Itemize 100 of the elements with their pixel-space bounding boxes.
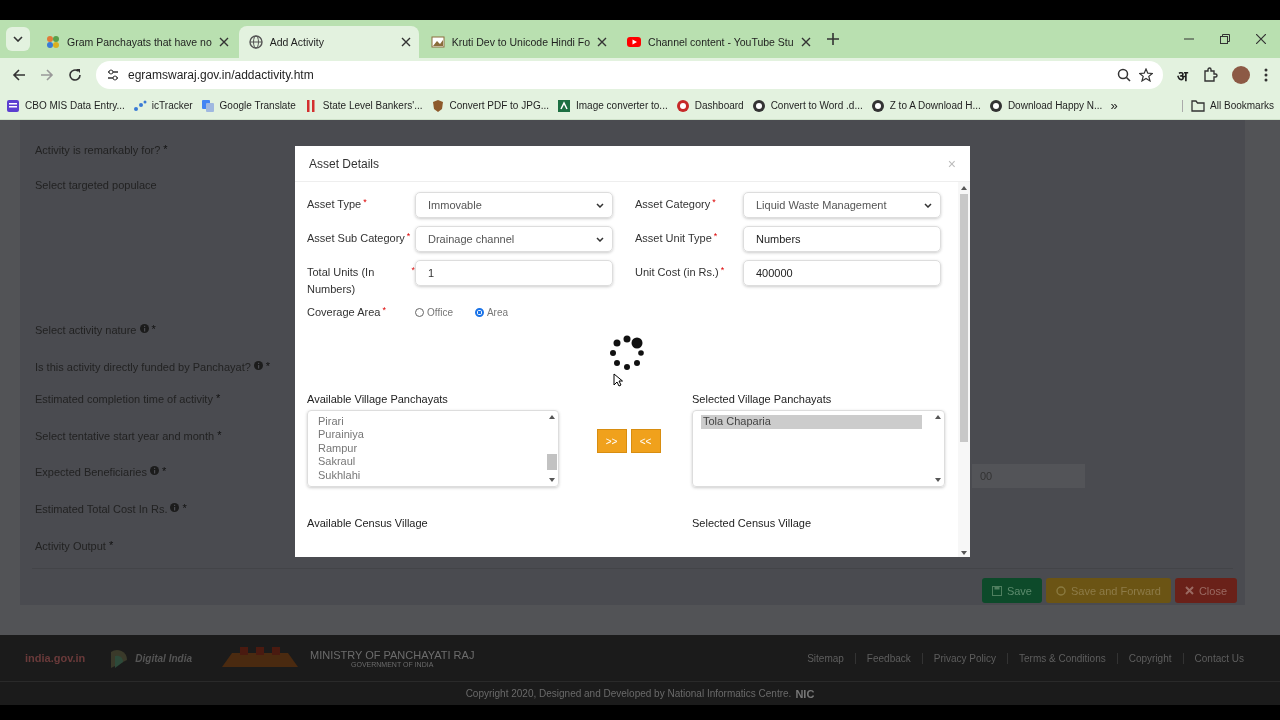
- required-mark: *: [713, 230, 718, 243]
- browser-tab[interactable]: Add Activity: [238, 26, 419, 58]
- bookmark-favicon-icon: [557, 98, 571, 113]
- bookmark[interactable]: CBO MIS Data Entry...: [6, 98, 125, 113]
- site-info-icon[interactable]: [106, 68, 120, 82]
- bookmark[interactable]: Z to A Download H...: [870, 98, 981, 113]
- modal-scrollbar[interactable]: [958, 182, 970, 557]
- play-icon: [627, 35, 642, 49]
- close-icon[interactable]: [800, 37, 811, 47]
- back-icon[interactable]: [12, 68, 26, 82]
- digital-india-logo-text: Digital India: [135, 652, 192, 664]
- browser-tab[interactable]: Channel content - YouTube Stu: [617, 26, 819, 58]
- caret-icon: [13, 36, 23, 42]
- close-icon[interactable]: [400, 37, 411, 47]
- bookmark-favicon-icon: [200, 98, 215, 113]
- scroll-up-icon: [961, 186, 967, 190]
- chevron-icon: [596, 202, 604, 208]
- required-mark: *: [406, 230, 411, 243]
- chevron-icon: [924, 202, 932, 208]
- required-mark: *: [411, 264, 415, 277]
- list-item[interactable]: Pirari: [318, 414, 536, 428]
- close-icon[interactable]: [218, 37, 229, 47]
- select-field[interactable]: Liquid Waste Management: [743, 192, 941, 218]
- puzzle-icon[interactable]: [1202, 67, 1218, 83]
- modal-title: Asset Details: [309, 156, 380, 171]
- list-item[interactable]: Sakraul: [318, 455, 536, 469]
- input-field[interactable]: 1: [415, 260, 613, 286]
- bookmark[interactable]: Convert PDF to JPG...: [430, 98, 549, 113]
- required-mark: *: [720, 264, 725, 277]
- tab-search-button[interactable]: [6, 27, 30, 51]
- restore-icon[interactable]: [1220, 34, 1230, 44]
- scroll-down-icon: [549, 478, 555, 482]
- browser-tab[interactable]: Gram Panchayats that have no: [36, 26, 237, 58]
- chevron-icon: [596, 236, 604, 242]
- required-mark: *: [108, 540, 114, 551]
- radio-button[interactable]: [474, 308, 484, 317]
- required-mark: *: [382, 304, 386, 317]
- list-item[interactable]: Tola Chaparia: [701, 415, 922, 429]
- required-mark: *: [161, 466, 167, 477]
- select-field[interactable]: Immovable: [415, 192, 613, 218]
- bookmark[interactable]: Convert to Word .d...: [751, 98, 863, 113]
- scroll-thumb[interactable]: [547, 454, 557, 470]
- bookmark[interactable]: Image converter to...: [557, 98, 668, 113]
- required-mark: *: [215, 393, 221, 404]
- star-icon[interactable]: [1139, 68, 1153, 82]
- required-mark: *: [163, 144, 168, 155]
- list-item[interactable]: Sukhlahi: [318, 468, 536, 482]
- bookmark[interactable]: Dashboard: [675, 98, 744, 113]
- input-field[interactable]: 400000: [743, 260, 941, 286]
- bookmark-favicon-icon: [6, 98, 20, 113]
- list-item[interactable]: Purainiya: [318, 428, 536, 442]
- field-label: Unit Cost (in Rs.): [635, 265, 719, 280]
- radio-label: Office: [427, 307, 453, 318]
- bookmark[interactable]: icTracker: [132, 98, 193, 113]
- list-label: Available Village Panchayats: [307, 393, 449, 405]
- bookmark-favicon-icon: [132, 98, 147, 113]
- bookmark-favicon-icon: [675, 98, 690, 113]
- scroll-down-icon: [961, 551, 967, 555]
- field-label: Asset Unit Type: [635, 231, 712, 246]
- list-label: Selected Census Village: [692, 517, 813, 529]
- new-tab-icon[interactable]: [826, 33, 839, 45]
- more-bookmarks-button[interactable]: »: [1110, 98, 1118, 113]
- required-mark: *: [265, 361, 271, 372]
- flower-icon: [46, 35, 60, 49]
- cursor-icon: [613, 373, 623, 387]
- list-label: Selected Village Panchayats: [692, 393, 833, 405]
- address-bar[interactable]: egramswaraj.gov.in/addactivity.htm: [96, 61, 1163, 89]
- bookmark[interactable]: Download Happy N...: [988, 98, 1103, 113]
- bookmark-favicon-icon: [988, 98, 1003, 113]
- browser-tab[interactable]: Kruti Dev to Unicode Hindi Fo: [420, 26, 616, 58]
- required-mark: *: [182, 503, 187, 514]
- extension-button[interactable]: अ: [1177, 65, 1188, 85]
- required-mark: *: [217, 430, 222, 441]
- list-box[interactable]: Pirari Purainiya Rampur Sakraul Sukhlahi: [307, 410, 559, 487]
- scroll-down-icon: [935, 478, 941, 482]
- list-box[interactable]: Tola Chaparia: [692, 410, 945, 487]
- folder-icon: [1191, 99, 1206, 112]
- select-field[interactable]: Drainage channel: [415, 226, 613, 252]
- close-icon[interactable]: [1256, 34, 1266, 44]
- input-field[interactable]: Numbers: [743, 226, 941, 252]
- radio-label: Area: [486, 307, 509, 318]
- profile-avatar[interactable]: [1232, 66, 1250, 84]
- reload-icon[interactable]: [68, 68, 82, 82]
- required-mark: *: [151, 324, 156, 335]
- image-icon: [430, 35, 445, 49]
- menu-icon[interactable]: [1264, 68, 1268, 82]
- bookmark[interactable]: Google Translate: [200, 98, 296, 113]
- list-item[interactable]: Rampur: [318, 441, 536, 455]
- scroll-up-icon: [549, 415, 555, 419]
- required-mark: *: [712, 196, 716, 209]
- close-icon[interactable]: [597, 37, 608, 47]
- globe-icon: [248, 35, 263, 49]
- scroll-thumb[interactable]: [960, 194, 968, 442]
- bookmark-favicon-icon: [430, 98, 445, 113]
- all-bookmarks[interactable]: All Bookmarks: [1182, 99, 1274, 112]
- circle-icon: [1056, 585, 1066, 596]
- zoom-icon[interactable]: [1117, 68, 1131, 82]
- field-label: Coverage Area: [307, 305, 381, 320]
- floppy-icon: [991, 585, 1002, 596]
- bookmark[interactable]: State Level Bankers'...: [303, 98, 423, 113]
